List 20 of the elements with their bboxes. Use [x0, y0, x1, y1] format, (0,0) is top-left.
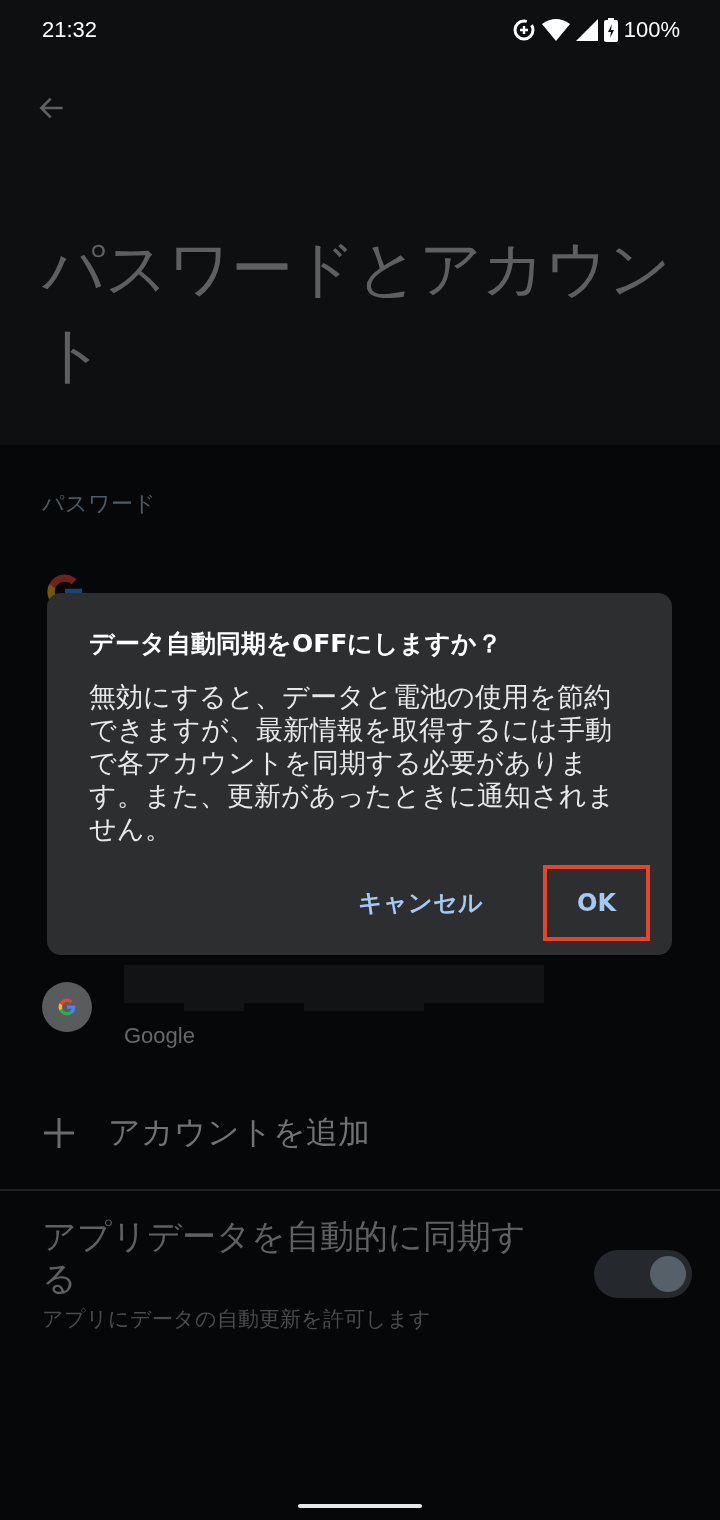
add-account-label[interactable]: アカウントを追加 [108, 1111, 370, 1155]
sync-switch[interactable] [594, 1250, 692, 1298]
data-saver-icon [511, 18, 536, 42]
dialog-message: 無効にすると、データと電池の使用を節約できますが、最新情報を取得するには手動で各アカウントを同期する必要があります。また、更新があったときに通知されません。 [89, 680, 616, 845]
wifi-icon [541, 19, 570, 41]
battery-icon [603, 18, 618, 42]
signal-icon [575, 19, 598, 41]
status-time: 21:32 [42, 17, 98, 43]
sync-subtitle: アプリにデータの自動更新を許可します [42, 1306, 432, 1333]
home-handle[interactable] [298, 1504, 422, 1508]
dialog-button[interactable]: OK [543, 865, 650, 941]
google-icon [56, 996, 78, 1018]
section-header: パスワード [42, 490, 157, 518]
plus-icon[interactable] [42, 1116, 76, 1150]
dialog-button[interactable]: キャンセル [324, 863, 517, 943]
dialog-title: データ自動同期をOFFにしますか？ [89, 628, 504, 660]
sync-title: アプリデータを自動的に同期する [42, 1215, 527, 1299]
account-provider: Google [124, 1023, 196, 1049]
page-title: パスワードとアカウント [42, 231, 672, 393]
battery-percent: 100% [623, 17, 680, 43]
